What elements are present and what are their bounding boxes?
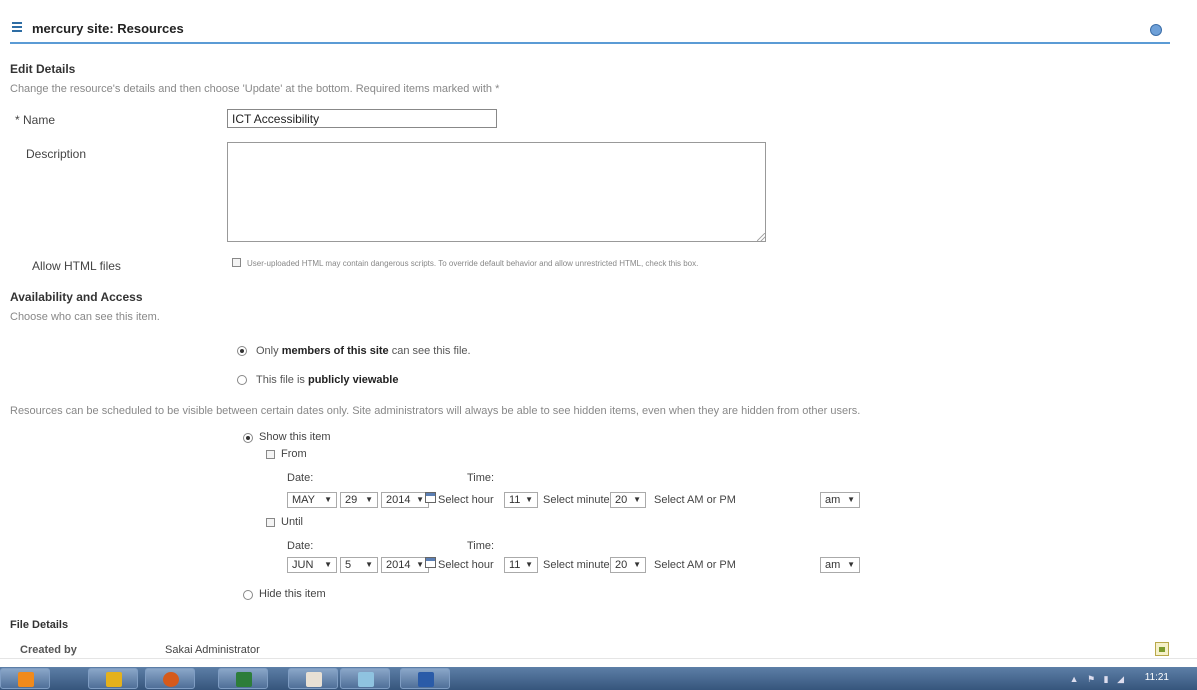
- until-checkbox[interactable]: [266, 518, 275, 527]
- name-input[interactable]: [227, 109, 497, 128]
- until-hour-select[interactable]: 11 ▼: [504, 557, 538, 573]
- description-textarea[interactable]: [227, 142, 766, 242]
- lock-icon[interactable]: [1155, 642, 1169, 656]
- firefox-icon: [163, 672, 179, 687]
- from-select-ampm-label: Select AM or PM: [654, 494, 736, 506]
- until-select-hour-label: Select hour: [438, 559, 494, 571]
- taskbar-network[interactable]: [340, 668, 390, 689]
- os-taskbar: ▲ ⚑ ▮ ◢ 11:21: [0, 667, 1197, 690]
- page-title: mercury site: Resources: [32, 21, 184, 36]
- excel-icon: [236, 672, 252, 687]
- created-by-label: Created by: [20, 644, 77, 656]
- availability-heading: Availability and Access: [10, 290, 143, 304]
- taskbar-excel[interactable]: [218, 668, 268, 689]
- taskbar-vlc[interactable]: [0, 668, 50, 689]
- allow-html-description: User-uploaded HTML may contain dangerous…: [247, 259, 699, 268]
- from-select-hour-label: Select hour: [438, 494, 494, 506]
- until-month-select[interactable]: JUN ▼: [287, 557, 337, 573]
- until-minute-select[interactable]: 20 ▼: [610, 557, 646, 573]
- network-icon: [358, 672, 374, 687]
- hide-item-label[interactable]: Hide this item: [259, 588, 326, 600]
- members-only-label[interactable]: Only members of this site can see this f…: [256, 345, 471, 357]
- from-minute-select[interactable]: 20 ▼: [610, 492, 646, 508]
- allow-html-checkbox[interactable]: [232, 258, 241, 267]
- from-calendar-icon[interactable]: [425, 492, 436, 503]
- vlc-icon: [18, 672, 34, 687]
- until-calendar-icon[interactable]: [425, 557, 436, 568]
- from-date-label: Date:: [287, 472, 314, 484]
- description-label: Description: [26, 147, 87, 161]
- from-hour-select[interactable]: 11 ▼: [504, 492, 538, 508]
- public-radio[interactable]: [237, 375, 247, 385]
- system-tray-icons[interactable]: ▲ ⚑ ▮ ◢: [1070, 674, 1127, 685]
- until-label[interactable]: Until: [281, 516, 303, 528]
- file-details-heading: File Details: [10, 619, 69, 631]
- show-item-label[interactable]: Show this item: [259, 431, 331, 443]
- public-label[interactable]: This file is publicly viewable: [256, 374, 398, 386]
- until-select-minute-label: Select minute: [543, 559, 610, 571]
- from-day-select[interactable]: 29 ▼: [340, 492, 378, 508]
- name-label: * Name: [15, 113, 56, 127]
- from-time-label: Time:: [467, 472, 495, 484]
- help-icon[interactable]: [1150, 24, 1162, 36]
- tool-header: mercury site: Resources: [10, 14, 1170, 44]
- availability-subtext: Choose who can see this item.: [10, 311, 160, 323]
- until-ampm-select[interactable]: am ▼: [820, 557, 860, 573]
- from-month-select[interactable]: MAY ▼: [287, 492, 337, 508]
- until-day-select[interactable]: 5 ▼: [340, 557, 378, 573]
- taskbar-word[interactable]: [400, 668, 450, 689]
- resize-grip[interactable]: [757, 233, 765, 241]
- until-year-select[interactable]: 2014 ▼: [381, 557, 429, 573]
- until-time-label: Time:: [467, 540, 495, 552]
- java-icon: [306, 672, 322, 687]
- show-item-radio[interactable]: [243, 433, 253, 443]
- word-icon: [418, 672, 434, 687]
- taskbar-firefox[interactable]: [145, 668, 195, 689]
- edit-details-heading: Edit Details: [10, 62, 76, 76]
- hide-item-radio[interactable]: [243, 590, 253, 600]
- allow-html-label: Allow HTML files: [32, 259, 121, 273]
- from-checkbox[interactable]: [266, 450, 275, 459]
- menu-icon[interactable]: [12, 22, 22, 32]
- until-select-ampm-label: Select AM or PM: [654, 559, 736, 571]
- taskbar-java[interactable]: [288, 668, 338, 689]
- created-by-value: Sakai Administrator: [165, 644, 260, 656]
- from-label[interactable]: From: [281, 448, 307, 460]
- edit-instructions: Change the resource's details and then c…: [10, 83, 500, 95]
- from-select-minute-label: Select minute: [543, 494, 610, 506]
- divider: [0, 658, 1197, 659]
- taskbar-filezilla[interactable]: [88, 668, 138, 689]
- from-ampm-select[interactable]: am ▼: [820, 492, 860, 508]
- until-date-label: Date:: [287, 540, 314, 552]
- from-year-select[interactable]: 2014 ▼: [381, 492, 429, 508]
- tray-clock[interactable]: 11:21: [1145, 672, 1169, 683]
- members-only-radio[interactable]: [237, 346, 247, 356]
- filezilla-icon: [106, 672, 122, 687]
- schedule-note: Resources can be scheduled to be visible…: [10, 405, 861, 417]
